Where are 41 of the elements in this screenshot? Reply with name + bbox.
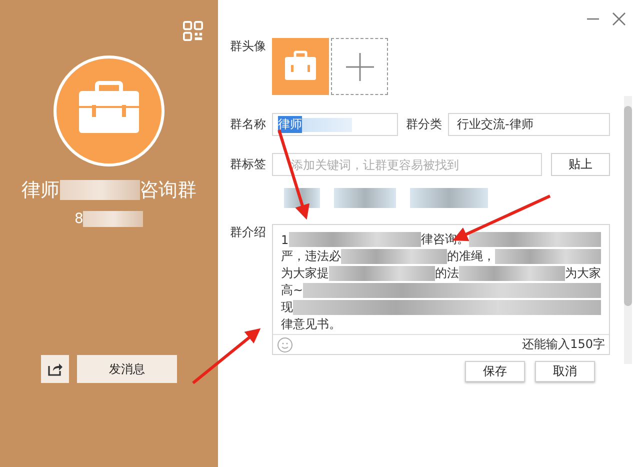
character-counter: 还能输入150字 xyxy=(522,336,605,353)
plus-icon xyxy=(344,52,374,82)
intro-text: 的法 xyxy=(435,265,459,282)
group-name: 律师 xyxy=(22,178,60,203)
group-number: 8 xyxy=(74,211,84,227)
field-label: 群头像 xyxy=(230,38,267,55)
send-message-button[interactable]: 发消息 xyxy=(77,355,177,383)
blurred-text xyxy=(302,118,352,132)
scrollbar[interactable] xyxy=(624,96,632,364)
cancel-button[interactable]: 取消 xyxy=(535,361,595,382)
intro-text: 现 xyxy=(281,299,293,316)
group-name-field[interactable]: 律师 xyxy=(272,113,398,136)
selected-text: 律师 xyxy=(278,116,302,133)
field-label: 群介绍 xyxy=(230,224,267,241)
scrollbar-thumb[interactable] xyxy=(624,106,632,306)
save-button[interactable]: 保存 xyxy=(465,361,525,382)
blurred-text xyxy=(83,211,144,227)
category-field[interactable]: 行业交流-律师 xyxy=(448,113,610,136)
briefcase-avatar-icon xyxy=(53,55,165,167)
intro-text: 律意见书。 xyxy=(281,316,341,333)
share-button[interactable] xyxy=(41,355,69,383)
emoji-icon[interactable] xyxy=(277,336,293,352)
intro-text: 为大家提 xyxy=(281,265,329,282)
blurred-tag[interactable] xyxy=(334,188,396,208)
intro-text: 1 xyxy=(281,232,289,246)
intro-text: 的准绳， xyxy=(447,248,495,265)
qr-code-icon[interactable] xyxy=(183,21,203,41)
briefcase-avatar-icon[interactable] xyxy=(272,38,329,95)
tags-field[interactable]: 添加关键词，让群更容易被找到 xyxy=(272,153,542,176)
blurred-tag[interactable] xyxy=(410,188,488,208)
field-label: 群名称 xyxy=(230,116,267,133)
intro-text: 高~ xyxy=(281,282,304,299)
paste-button[interactable]: 贴上 xyxy=(551,153,610,176)
group-name: 咨询群 xyxy=(140,178,196,203)
close-icon[interactable] xyxy=(612,12,626,26)
intro-text: 严，违法必 xyxy=(281,248,341,265)
field-label: 群标签 xyxy=(230,156,267,173)
add-avatar-button[interactable] xyxy=(331,38,388,95)
intro-text: 为大家 xyxy=(565,265,601,282)
field-label: 群分类 xyxy=(406,116,442,133)
share-icon xyxy=(47,361,63,377)
